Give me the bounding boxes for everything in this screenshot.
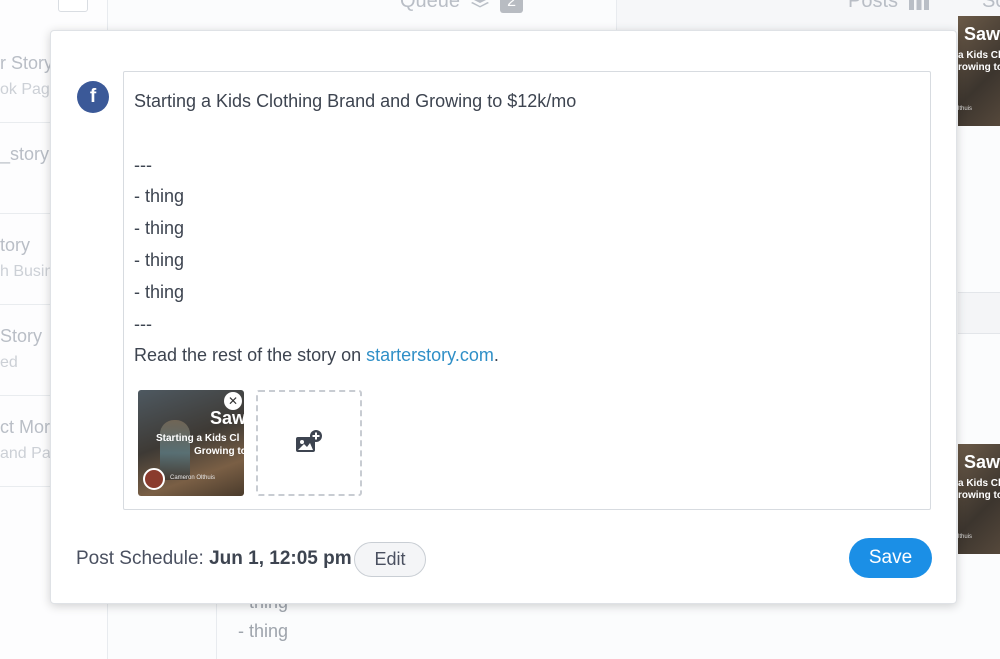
story-title: tory [0, 235, 31, 255]
post-thumbnail[interactable]: Saw a Kids Cl rowing to lthuis [958, 16, 1000, 126]
attached-image-brand: Saw [210, 408, 244, 428]
post-list-item: - thing [134, 218, 185, 239]
tab-posts-label: Posts [848, 0, 899, 12]
posts-divider [958, 292, 1000, 334]
post-schedule: Post Schedule: Jun 1, 12:05 pm [76, 548, 352, 570]
story-subtitle: and Pa [0, 445, 51, 462]
author-avatar [143, 468, 165, 490]
queue-post-line: - thing [238, 621, 289, 641]
tab-bar: Queue 2 Posts So [108, 0, 1000, 30]
thumb-text: a Kids Cl rowing to [958, 478, 1000, 501]
save-button[interactable]: Save [849, 538, 932, 578]
post-title-line: Starting a Kids Clothing Brand and Growi… [134, 91, 577, 111]
tab-third[interactable]: So [982, 0, 1000, 13]
edit-post-modal: f Starting a Kids Clothing Brand and Gro… [50, 30, 957, 604]
attached-image-author: Cameron Olthuis [170, 475, 216, 481]
add-image-icon [296, 430, 322, 452]
tab-queue[interactable]: Queue 2 [400, 0, 523, 13]
layers-icon [471, 0, 490, 7]
tab-third-label: So [982, 0, 1000, 12]
tab-posts[interactable]: Posts [848, 0, 930, 13]
starterstory-link[interactable]: starterstory.com [366, 345, 494, 365]
story-title: ct Mor [0, 417, 51, 437]
post-list-item: - thing [134, 186, 185, 207]
post-text-editor[interactable]: Starting a Kids Clothing Brand and Growi… [123, 71, 931, 510]
thumb-brand: Saw [964, 24, 1000, 44]
story-subtitle: h Busin [0, 263, 54, 280]
attached-image-text: Starting a Kids Cl [156, 433, 240, 444]
post-list-item: - thing [134, 281, 185, 302]
queue-count-badge: 2 [500, 0, 523, 13]
read-more-line: Read the rest of the story on startersto… [134, 340, 914, 372]
add-image-button[interactable] [256, 390, 362, 496]
thumb-author: lthuis [958, 106, 973, 112]
edit-schedule-button[interactable]: Edit [354, 542, 426, 577]
post-thumbnail[interactable]: Saw a Kids Cl rowing to lthuis [958, 444, 1000, 554]
story-subtitle: ed [0, 354, 18, 371]
post-schedule-value: Jun 1, 12:05 pm [209, 548, 352, 569]
post-text[interactable]: Starting a Kids Clothing Brand and Growi… [134, 86, 914, 372]
thumb-author: lthuis [958, 534, 973, 540]
tab-queue-label: Queue [400, 0, 461, 12]
post-list-item: - thing [134, 249, 185, 270]
attached-image[interactable]: Saw Starting a Kids Cl Growing to Camero… [138, 390, 244, 496]
post-separator: --- [134, 154, 152, 175]
read-more-suffix: . [493, 345, 499, 366]
story-title: r Story [0, 53, 54, 73]
image-person [160, 420, 190, 480]
close-icon[interactable]: ✕ [224, 392, 242, 410]
thumb-brand: Saw [964, 452, 1000, 472]
story-title: Story [0, 326, 43, 346]
thumb-text: a Kids Cl rowing to [958, 50, 1000, 73]
post-schedule-label: Post Schedule: [76, 548, 210, 569]
bar-chart-icon [909, 0, 930, 10]
add-story-button[interactable] [58, 0, 88, 12]
attached-image-text: Growing to [194, 446, 244, 457]
story-title: _story [0, 144, 50, 164]
read-more-prefix: Read the rest of the story on [134, 345, 367, 366]
facebook-icon: f [77, 81, 109, 113]
post-separator: --- [134, 313, 152, 334]
